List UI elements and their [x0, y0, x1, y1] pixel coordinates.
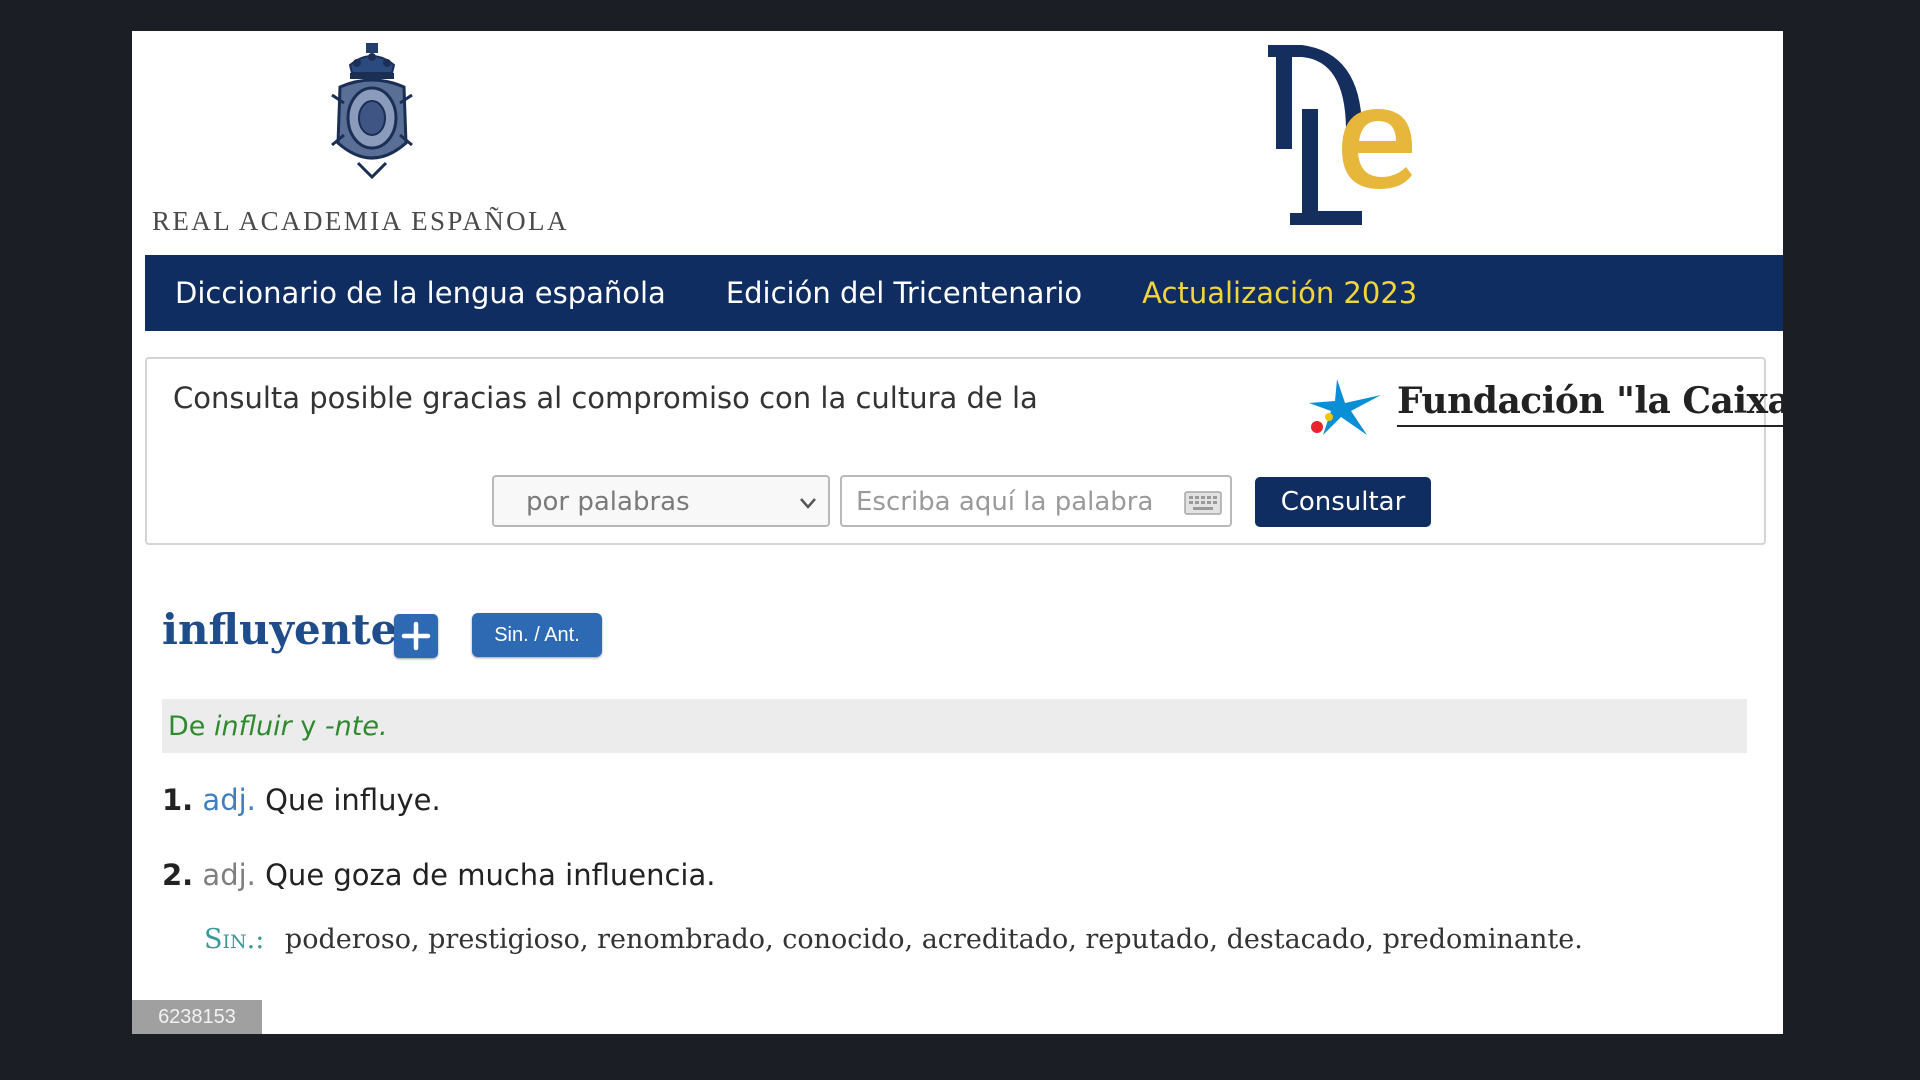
- definition-2: 2. adj. Que goza de mucha influencia.: [162, 858, 715, 892]
- grammar-category[interactable]: adj.: [202, 858, 255, 892]
- search-mode-select[interactable]: por palabras: [492, 475, 830, 527]
- chevron-down-icon: [800, 498, 816, 509]
- page-id-badge: 6238153: [132, 1000, 262, 1034]
- sponsor-text: Consulta posible gracias al compromiso c…: [173, 381, 1038, 415]
- plus-icon: [401, 621, 431, 651]
- nav-update-2023[interactable]: Actualización 2023: [1142, 276, 1417, 310]
- definition-text: Que influye.: [265, 783, 441, 817]
- nav-tricentenary-edition[interactable]: Edición del Tricentenario: [726, 276, 1082, 310]
- etymology-prefix: De: [168, 710, 214, 742]
- etymology-connector: y: [291, 710, 325, 742]
- expand-plus-button[interactable]: [394, 614, 438, 658]
- definition-number: 2.: [162, 858, 194, 892]
- dictionary-page: REAL ACADEMIA ESPAÑOLA Diccionario de la…: [132, 31, 1783, 1034]
- entry-headword: influyente: [162, 605, 398, 654]
- search-panel: Consulta posible gracias al compromiso c…: [145, 357, 1783, 545]
- dle-logo[interactable]: [1262, 39, 1422, 229]
- consult-button[interactable]: Consultar: [1255, 477, 1431, 527]
- etymology-term-2[interactable]: -nte.: [325, 711, 388, 742]
- royal-crest-icon: [331, 43, 413, 180]
- grammar-category[interactable]: adj.: [202, 783, 255, 817]
- top-nav: Diccionario de la lengua española Edició…: [145, 255, 1783, 331]
- sponsor-name: Fundación "la Caixa": [1397, 379, 1783, 427]
- synonyms-line: Sin.: poderoso, prestigioso, renombrado,…: [204, 924, 1583, 955]
- nav-dictionary[interactable]: Diccionario de la lengua española: [175, 276, 666, 310]
- synonyms-list[interactable]: poderoso, prestigioso, renombrado, conoc…: [285, 924, 1583, 955]
- institution-name: REAL ACADEMIA ESPAÑOLA: [152, 206, 569, 236]
- caixa-star-icon: [1309, 379, 1381, 435]
- search-mode-value: por palabras: [526, 487, 690, 517]
- definition-text: Que goza de mucha influencia.: [265, 858, 716, 892]
- etymology: De influir y -nte.: [162, 699, 1747, 753]
- keyboard-icon[interactable]: [1184, 491, 1222, 515]
- search-field: [840, 475, 1232, 527]
- search-input[interactable]: [854, 481, 1178, 523]
- synonyms-antonyms-button[interactable]: Sin. / Ant.: [472, 613, 602, 657]
- etymology-term-1[interactable]: influir: [214, 711, 292, 742]
- definition-1: 1. adj. Que influye.: [162, 783, 441, 817]
- synonyms-label: Sin.:: [204, 924, 265, 955]
- definition-number: 1.: [162, 783, 194, 817]
- rae-logo[interactable]: REAL ACADEMIA ESPAÑOLA: [152, 43, 592, 243]
- fundacion-la-caixa-logo[interactable]: Fundación "la Caixa": [1307, 373, 1783, 443]
